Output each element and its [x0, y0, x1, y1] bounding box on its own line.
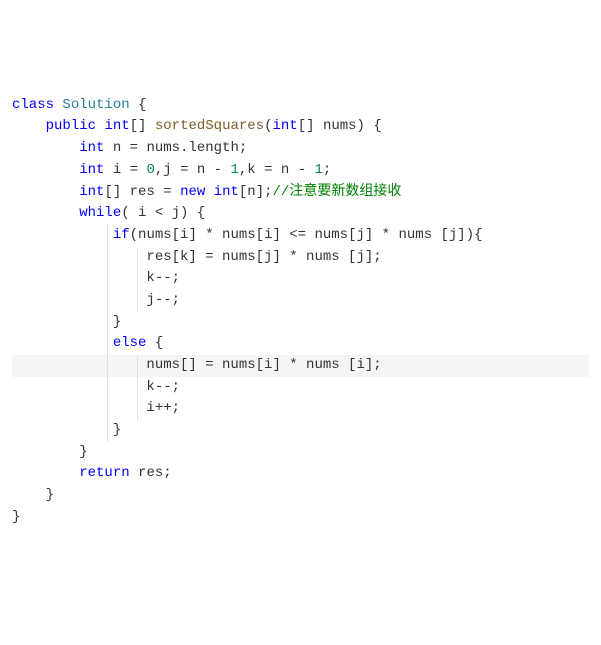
keyword: new	[180, 184, 205, 200]
number: 1	[230, 162, 238, 178]
keyword: int	[104, 118, 129, 134]
text: (nums[i] * nums[i] <= nums[j] * nums [j]…	[130, 227, 483, 243]
number: 1	[315, 162, 323, 178]
text: ,j = n -	[155, 162, 231, 178]
class-name: Solution	[62, 97, 129, 113]
method-name: sortedSquares	[155, 118, 264, 134]
keyword: return	[79, 465, 129, 481]
code-line: int i = 0,j = n - 1,k = n - 1;	[12, 160, 589, 182]
code-line: return res;	[12, 463, 589, 485]
text: res;	[130, 465, 172, 481]
text: }	[12, 509, 20, 525]
code-line: public int[] sortedSquares(int[] nums) {	[12, 116, 589, 138]
text: j--;	[146, 292, 180, 308]
code-line: k--;	[12, 377, 589, 399]
keyword: int	[79, 162, 104, 178]
code-line: i++;	[12, 398, 589, 420]
keyword: int	[79, 140, 104, 156]
code-line: }	[12, 507, 589, 529]
code-line: res[k] = nums[j] * nums [j];	[12, 247, 589, 269]
text: }	[113, 422, 121, 438]
text: res[k] = nums[j] * nums [j];	[146, 249, 381, 265]
text: ,k = n -	[239, 162, 315, 178]
text: i++;	[146, 400, 180, 416]
code-line: if(nums[i] * nums[i] <= nums[j] * nums […	[12, 225, 589, 247]
text: }	[79, 444, 87, 460]
code-line: int[] res = new int[n];//注意要新数组接收	[12, 182, 589, 204]
code-line: }	[12, 420, 589, 442]
text: [n];	[239, 184, 273, 200]
comment: //注意要新数组接收	[273, 184, 402, 200]
keyword: int	[79, 184, 104, 200]
number: 0	[146, 162, 154, 178]
keyword: class	[12, 97, 54, 113]
code-line: }	[12, 442, 589, 464]
code-line-active: nums[] = nums[i] * nums [i];	[12, 355, 589, 377]
keyword: public	[46, 118, 96, 134]
keyword: int	[273, 118, 298, 134]
keyword: else	[113, 335, 147, 351]
code-line: j--;	[12, 290, 589, 312]
keyword: if	[113, 227, 130, 243]
text: }	[113, 314, 121, 330]
code-line: int n = nums.length;	[12, 138, 589, 160]
code-line: else {	[12, 333, 589, 355]
code-line: while( i < j) {	[12, 203, 589, 225]
code-editor[interactable]: class Solution { public int[] sortedSqua…	[12, 95, 589, 529]
text: k--;	[146, 379, 180, 395]
text: i =	[104, 162, 146, 178]
text: nums[] = nums[i] * nums [i];	[146, 357, 381, 373]
code-line: }	[12, 485, 589, 507]
text: {	[146, 335, 163, 351]
keyword: while	[79, 205, 121, 221]
code-line: }	[12, 312, 589, 334]
keyword: int	[214, 184, 239, 200]
code-line: k--;	[12, 268, 589, 290]
text: k--;	[146, 270, 180, 286]
text: [] res =	[104, 184, 180, 200]
text: {	[130, 97, 147, 113]
text: ;	[323, 162, 331, 178]
param: nums	[323, 118, 357, 134]
code-line: class Solution {	[12, 95, 589, 117]
text: ( i < j) {	[121, 205, 205, 221]
text: n = nums.length;	[104, 140, 247, 156]
